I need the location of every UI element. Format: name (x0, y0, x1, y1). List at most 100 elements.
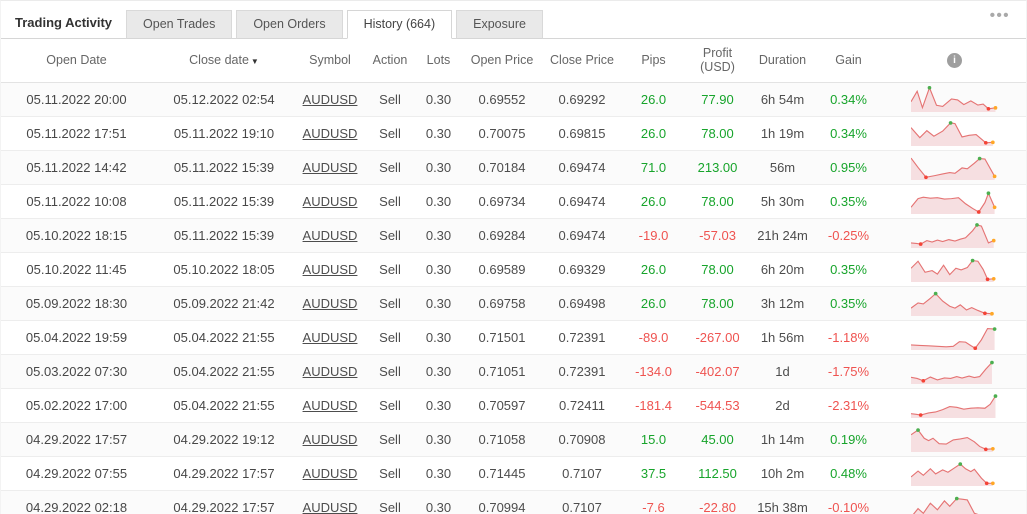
col-header-close-date[interactable]: Close date ▼ (152, 39, 296, 83)
cell-chart (881, 456, 1026, 491)
col-header-pips[interactable]: Pips (621, 39, 686, 83)
cell-pips: 26.0 (621, 82, 686, 117)
history-table: Open Date Close date ▼ Symbol Action Lots… (1, 39, 1026, 514)
orange-marker-dot (990, 446, 995, 451)
cell-chart (881, 252, 1026, 287)
col-header-profit[interactable]: Profit (USD) (686, 39, 749, 83)
cell-gain: -2.31% (816, 388, 881, 423)
green-marker-dot (948, 121, 952, 125)
cell-close-price: 0.69474 (543, 150, 621, 185)
red-marker-dot (983, 447, 988, 452)
col-header-open-price[interactable]: Open Price (461, 39, 543, 83)
cell-close-price: 0.70908 (543, 422, 621, 457)
symbol-link[interactable]: AUDUSD (303, 364, 358, 379)
cell-open-price: 0.71445 (461, 456, 543, 491)
cell-lots: 0.30 (416, 150, 461, 185)
symbol-link[interactable]: AUDUSD (303, 262, 358, 277)
cell-open-price: 0.71051 (461, 354, 543, 389)
cell-profit: -57.03 (686, 218, 749, 253)
sparkline-chart (910, 327, 996, 350)
cell-lots: 0.30 (416, 388, 461, 423)
cell-duration: 1h 14m (749, 422, 816, 457)
info-icon[interactable]: i (947, 53, 962, 69)
cell-duration: 21h 24m (749, 218, 816, 253)
tab-exposure[interactable]: Exposure (456, 10, 543, 39)
symbol-link[interactable]: AUDUSD (303, 330, 358, 345)
cell-symbol: AUDUSD (296, 252, 364, 287)
red-marker-dot (976, 210, 981, 214)
col-header-chart: i (881, 39, 1026, 83)
symbol-link[interactable]: AUDUSD (303, 228, 358, 243)
col-header-gain[interactable]: Gain (816, 39, 881, 83)
tab-history-664[interactable]: History (664) (346, 10, 453, 39)
orange-marker-dot (993, 106, 997, 110)
cell-lots: 0.30 (416, 82, 461, 117)
cell-gain: 0.35% (816, 286, 881, 321)
cell-lots: 0.30 (416, 184, 461, 219)
cell-action: Sell (364, 456, 416, 491)
symbol-link[interactable]: AUDUSD (303, 296, 358, 311)
symbol-link[interactable]: AUDUSD (303, 398, 358, 413)
green-marker-dot (992, 327, 996, 331)
cell-symbol: AUDUSD (296, 184, 364, 219)
cell-open-price: 0.71501 (461, 320, 543, 355)
symbol-link[interactable]: AUDUSD (303, 160, 358, 175)
cell-close-price: 0.72411 (543, 388, 621, 423)
cell-gain: -0.25% (816, 218, 881, 253)
col-header-duration[interactable]: Duration (749, 39, 816, 83)
orange-marker-dot (992, 174, 996, 179)
tab-open-trades[interactable]: Open Trades (126, 10, 233, 39)
cell-lots: 0.30 (416, 422, 461, 457)
cell-open-date: 05.03.2022 07:30 (1, 354, 152, 389)
tabs-container: Open Trades Open Orders History (664) Expos… (126, 10, 543, 39)
table-row: 04.29.2022 07:55 04.29.2022 17:57 AUDUSD Se… (1, 456, 1026, 491)
tab-open-orders[interactable]: Open Orders (236, 10, 343, 39)
red-marker-dot (983, 140, 988, 145)
cell-pips: -134.0 (621, 354, 686, 389)
cell-close-price: 0.69292 (543, 82, 621, 117)
cell-action: Sell (364, 388, 416, 423)
cell-symbol: AUDUSD (296, 116, 364, 151)
cell-open-date: 05.11.2022 20:00 (1, 82, 152, 117)
table-row: 05.09.2022 18:30 05.09.2022 21:42 AUDUSD Se… (1, 286, 1026, 321)
cell-lots: 0.30 (416, 218, 461, 253)
cell-gain: 0.48% (816, 456, 881, 491)
cell-close-price: 0.69329 (543, 252, 621, 287)
cell-close-date: 05.09.2022 21:42 (152, 286, 296, 321)
cell-gain: 0.95% (816, 150, 881, 185)
col-header-open-date[interactable]: Open Date (1, 39, 152, 83)
symbol-link[interactable]: AUDUSD (303, 194, 358, 209)
table-row: 05.11.2022 17:51 05.11.2022 19:10 AUDUSD Se… (1, 116, 1026, 151)
cell-duration: 3h 12m (749, 286, 816, 321)
green-marker-dot (974, 223, 979, 227)
symbol-link[interactable]: AUDUSD (303, 500, 358, 514)
cell-close-price: 0.72391 (543, 354, 621, 389)
cell-close-price: 0.69498 (543, 286, 621, 321)
col-header-lots[interactable]: Lots (416, 39, 461, 83)
green-marker-dot (954, 496, 959, 501)
orange-marker-dot (989, 311, 994, 316)
col-header-close-price[interactable]: Close Price (543, 39, 621, 83)
symbol-link[interactable]: AUDUSD (303, 432, 358, 447)
cell-symbol: AUDUSD (296, 320, 364, 355)
cell-symbol: AUDUSD (296, 354, 364, 389)
symbol-link[interactable]: AUDUSD (303, 466, 358, 481)
col-header-action[interactable]: Action (364, 39, 416, 83)
cell-close-price: 0.7107 (543, 456, 621, 491)
cell-close-price: 0.72391 (543, 320, 621, 355)
trading-activity-widget: Trading Activity Open Trades Open Orders H… (0, 0, 1027, 514)
table-row: 05.04.2022 19:59 05.04.2022 21:55 AUDUSD Se… (1, 320, 1026, 355)
cell-action: Sell (364, 286, 416, 321)
sparkline-chart (910, 258, 996, 282)
col-header-symbol[interactable]: Symbol (296, 39, 364, 83)
symbol-link[interactable]: AUDUSD (303, 92, 358, 107)
cell-action: Sell (364, 354, 416, 389)
cell-symbol: AUDUSD (296, 218, 364, 253)
more-options-icon[interactable]: ••• (990, 8, 1010, 23)
table-row: 05.03.2022 07:30 05.04.2022 21:55 AUDUSD Se… (1, 354, 1026, 389)
symbol-link[interactable]: AUDUSD (303, 126, 358, 141)
cell-pips: 26.0 (621, 252, 686, 287)
cell-action: Sell (364, 320, 416, 355)
cell-symbol: AUDUSD (296, 422, 364, 457)
cell-gain: -1.75% (816, 354, 881, 389)
